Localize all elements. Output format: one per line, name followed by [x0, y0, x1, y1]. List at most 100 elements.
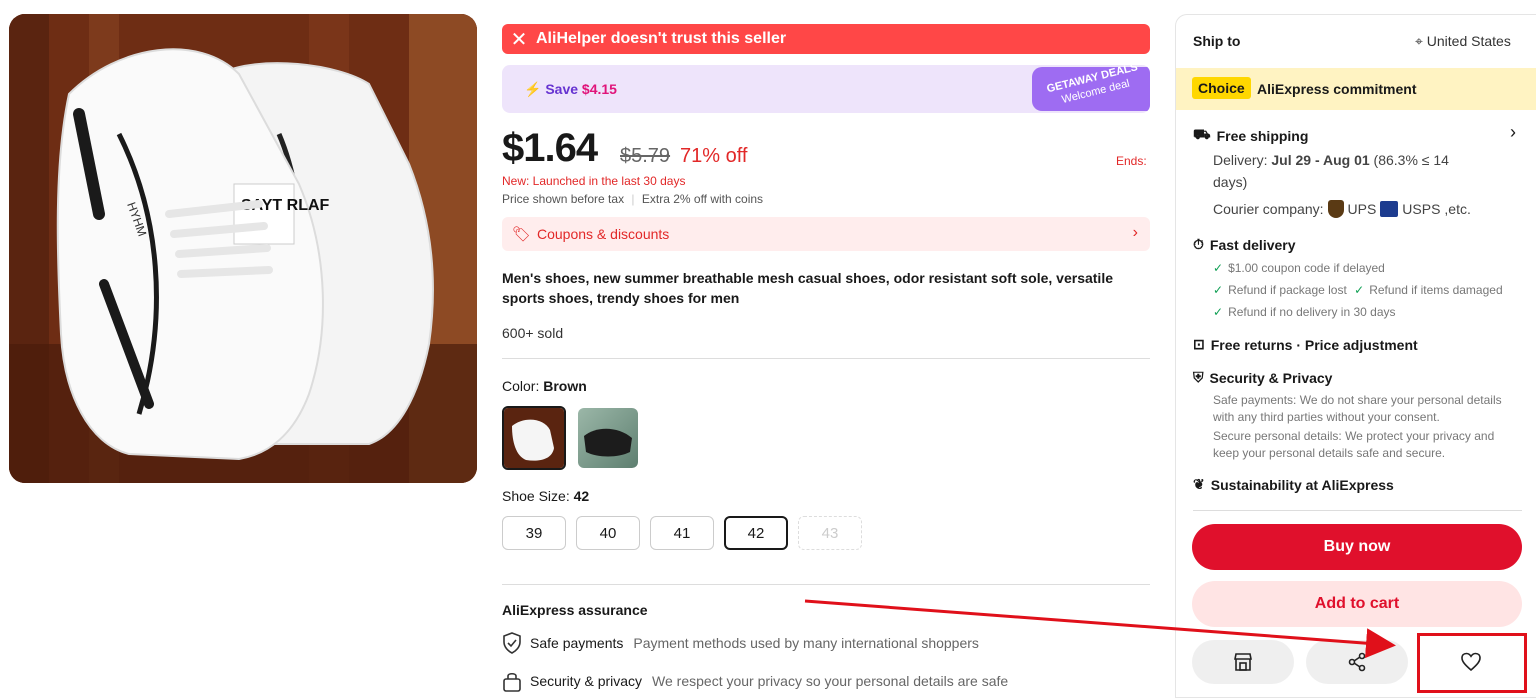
check-icon: ✓: [1213, 261, 1224, 275]
lightning-icon: ⚡: [524, 81, 542, 97]
check-icon: ✓: [1354, 283, 1365, 297]
size-selected: 42: [573, 488, 590, 504]
assurance-label: Security & privacy: [530, 673, 643, 689]
size-option-42[interactable]: 42: [724, 516, 788, 550]
courier-label: Courier company:: [1213, 201, 1324, 217]
leaf-icon: ❦: [1193, 476, 1205, 492]
assurance-safe-payments: Safe payments Payment methods used by ma…: [502, 632, 979, 654]
ups-logo-icon: [1327, 200, 1344, 218]
save-value: $4.15: [581, 81, 617, 97]
usps-logo-icon: [1380, 201, 1399, 217]
free-returns-heading: ⊡ Free returns · Price adjustment: [1193, 336, 1418, 353]
store-icon: [1234, 653, 1252, 671]
tax-note: Price shown before tax | Extra 2% off wi…: [502, 192, 764, 206]
assurance-label: Safe payments: [530, 635, 624, 651]
chevron-right-icon: ›: [1132, 224, 1138, 241]
delivery-rate-days: days): [1213, 174, 1248, 190]
fast-delivery-text: Refund if package lost: [1228, 283, 1347, 297]
security-line: Secure personal details: We protect your…: [1213, 429, 1495, 443]
assurance-desc: Payment methods used by many internation…: [633, 635, 979, 651]
fast-delivery-text: $1.00 coupon code if delayed: [1228, 261, 1385, 275]
buy-now-button[interactable]: Buy now: [1192, 524, 1522, 570]
share-icon: [1348, 652, 1366, 672]
size-option-41[interactable]: 41: [650, 516, 714, 550]
fast-delivery-item: ✓ $1.00 coupon code if delayed: [1213, 260, 1385, 277]
fast-delivery-text: Refund if items damaged: [1369, 283, 1503, 297]
truck-icon: ⛟: [1193, 126, 1211, 142]
color-swatch-brown[interactable]: [502, 406, 566, 470]
new-launch-note: New: Launched in the last 30 days: [502, 174, 686, 188]
product-title: Men's shoes, new summer breathable mesh …: [502, 270, 1113, 306]
security-line: Safe payments: We do not share your pers…: [1213, 393, 1502, 407]
lock-icon: [503, 672, 521, 692]
store-button[interactable]: [1192, 640, 1294, 684]
free-shipping-title: Free shipping: [1216, 127, 1309, 144]
fast-delivery-title: Fast delivery: [1209, 236, 1296, 253]
size-option-39[interactable]: 39: [502, 516, 566, 550]
check-icon: ✓: [1213, 305, 1224, 319]
tax-note-text: Price shown before tax: [502, 192, 625, 206]
fast-delivery-item: ✓ Refund if no delivery in 30 days: [1213, 304, 1396, 321]
current-price: $1.64: [502, 126, 598, 170]
clock-icon: ⏱: [1193, 236, 1204, 252]
security-line: keep your personal details safe and secu…: [1213, 446, 1446, 460]
size-label-text: Shoe Size:: [502, 488, 570, 504]
free-returns-title: Free returns · Price adjustment: [1210, 336, 1418, 353]
coins-note: Extra 2% off with coins: [641, 192, 764, 206]
ends-label: Ends:: [1116, 154, 1147, 168]
delivery-prefix: Delivery:: [1213, 152, 1268, 168]
product-main-image[interactable]: SAYT RLAF HYHM: [9, 14, 477, 483]
size-option-40[interactable]: 40: [576, 516, 640, 550]
close-icon[interactable]: ✕: [502, 27, 536, 52]
security-line: with any third parties without your cons…: [1213, 410, 1440, 424]
delivery-rate: (86.3% ≤ 14: [1373, 152, 1449, 168]
courier-usps: USPS: [1402, 201, 1441, 217]
assurance-desc: We respect your privacy so your personal…: [652, 673, 1009, 689]
annotation-highlight-box: [1417, 633, 1527, 693]
ship-to-country[interactable]: ⌖ United States: [1415, 33, 1511, 50]
security-title: Security & Privacy: [1209, 369, 1333, 386]
coupons-label: Coupons & discounts: [537, 226, 670, 242]
assurance-title: AliExpress assurance: [502, 602, 648, 618]
fast-delivery-heading: ⏱ Fast delivery: [1193, 236, 1296, 253]
share-button[interactable]: [1306, 640, 1408, 684]
color-swatch-black[interactable]: [578, 408, 638, 468]
shield-check-icon: [503, 632, 521, 654]
original-price: $5.79: [620, 145, 671, 167]
divider: [502, 358, 1150, 359]
size-label: Shoe Size: 42: [502, 488, 589, 504]
alert-text: AliHelper doesn't trust this seller: [536, 30, 787, 47]
coupons-discounts-row[interactable]: 🏷 Coupons & discounts ›: [502, 217, 1150, 251]
courier-ups: UPS: [1347, 201, 1377, 217]
add-to-cart-button[interactable]: Add to cart: [1192, 581, 1522, 627]
sustainability-heading: ❦ Sustainability at AliExpress: [1193, 476, 1394, 493]
save-prefix: Save: [545, 81, 579, 97]
courier-info: Courier company: UPS USPS ,etc.: [1213, 198, 1471, 220]
discount-percent: 71% off: [680, 145, 748, 167]
choice-commitment-text: AliExpress commitment: [1257, 81, 1417, 97]
tag-icon: 🏷: [512, 226, 532, 243]
divider: [1193, 510, 1522, 511]
check-icon: ✓: [1213, 283, 1224, 297]
shoe-illustration: SAYT RLAF HYHM: [9, 14, 477, 483]
color-selected: Brown: [543, 378, 587, 394]
chevron-right-icon[interactable]: ›: [1510, 122, 1516, 143]
color-label: Color: Brown: [502, 378, 587, 394]
color-label-text: Color:: [502, 378, 540, 394]
assurance-security-privacy: Security & privacy We respect your priva…: [502, 670, 1008, 692]
sustainability-title: Sustainability at AliExpress: [1210, 476, 1394, 493]
promo-banner[interactable]: ⚡ Save $4.15 GETAWAY DEALS Welcome deal: [502, 65, 1150, 113]
save-amount: ⚡ Save $4.15: [524, 81, 617, 98]
security-privacy-heading: ⛨ Security & Privacy: [1193, 369, 1332, 386]
courier-etc: ,etc.: [1444, 201, 1471, 217]
sold-count: 600+ sold: [502, 325, 564, 341]
country-text: United States: [1426, 33, 1511, 49]
size-option-43[interactable]: 43: [798, 516, 862, 550]
getaway-deals-tag: GETAWAY DEALS Welcome deal: [1032, 65, 1150, 111]
fast-delivery-item: ✓ Refund if package lost ✓ Refund if items…: [1213, 282, 1503, 299]
free-shipping-heading[interactable]: ⛟ Free shipping: [1193, 126, 1308, 145]
choice-badge: Choice: [1192, 77, 1251, 99]
return-box-icon: ⊡: [1193, 336, 1205, 352]
fast-delivery-text: Refund if no delivery in 30 days: [1228, 305, 1396, 319]
delivery-dates: Jul 29 - Aug 01: [1271, 152, 1370, 168]
